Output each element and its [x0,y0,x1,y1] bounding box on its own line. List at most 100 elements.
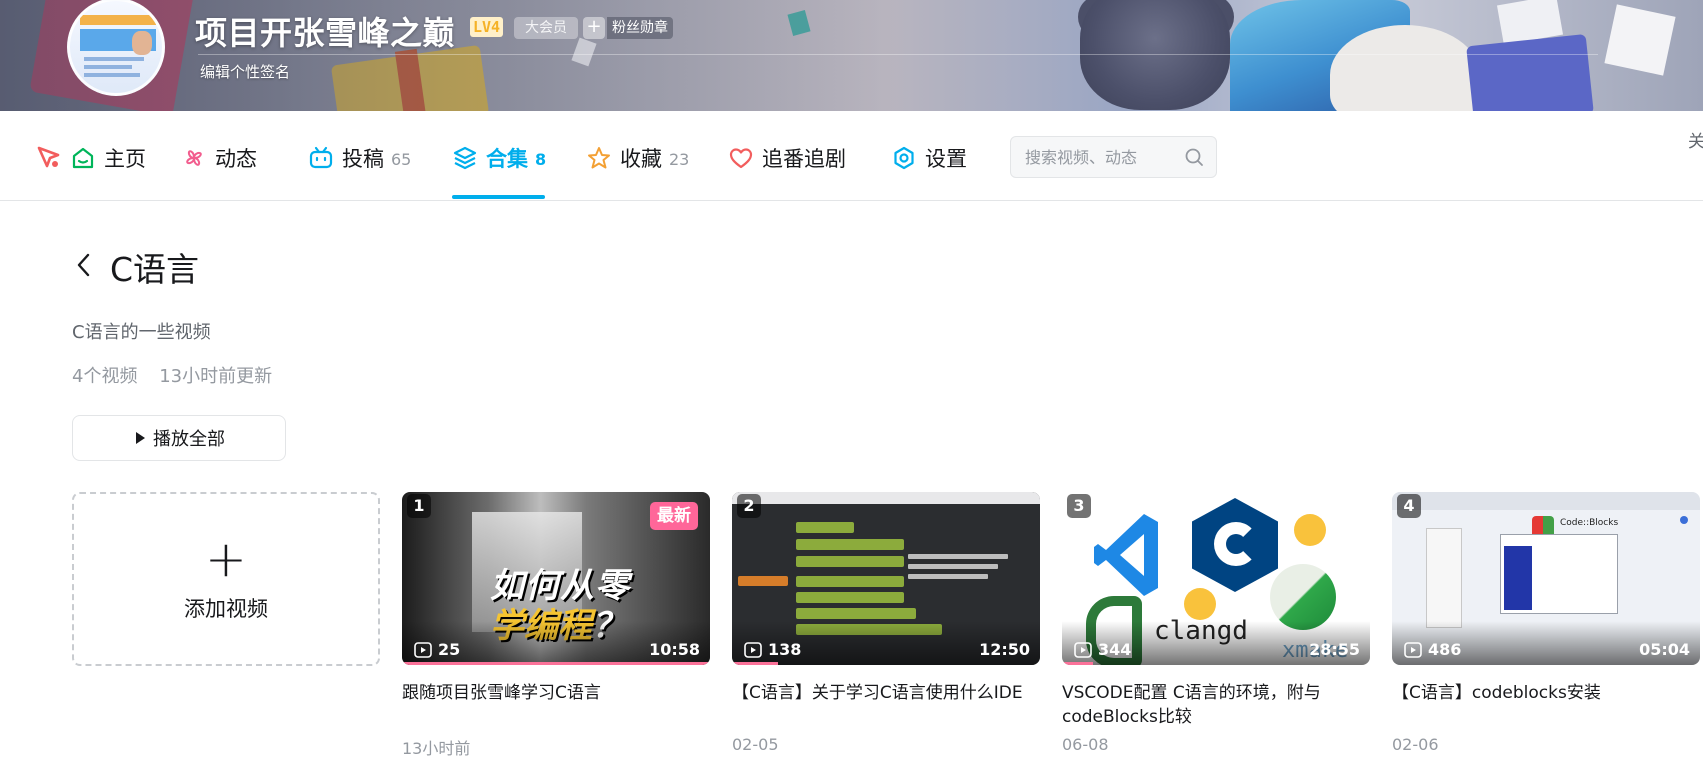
search-box [1010,136,1217,178]
play-icon [136,432,145,444]
thumbnail-text: Code::Blocks [1560,518,1619,528]
thumbnail-art [796,608,916,619]
avatar[interactable] [67,0,165,96]
tab-favorites[interactable]: 收藏 23 [586,140,689,176]
video-date: 06-08 [1062,735,1109,754]
video-date: 02-06 [1392,735,1439,754]
new-badge: 最新 [650,502,698,530]
star-icon [588,147,610,169]
banner-art [1330,25,1480,111]
tab-label: 设置 [925,147,967,171]
video-thumbnail[interactable]: 如何从零 学编程？ 1 最新 25 10:58 [402,492,710,665]
play-count-icon [744,641,762,658]
view-count: 25 [414,640,460,659]
video-index: 1 [407,494,431,518]
video-date: 13小时前 [402,739,471,758]
banner-art [1604,4,1676,76]
collection-description: C语言的一些视频 [72,322,211,343]
thumbnail-art [796,522,854,533]
add-video-button[interactable]: + 添加视频 [72,492,380,666]
video-title[interactable]: VSCODE配置 C语言的环境，附与codeBlocks比较 [1062,681,1370,729]
play-count-icon [414,641,432,658]
tab-label: 动态 [215,147,257,171]
thumbnail-art [1392,492,1700,510]
video-duration: 28:55 [1309,640,1360,659]
updated-time: 13小时前更新 [159,366,273,387]
video-thumbnail[interactable]: Code::Blocks 4 486 05:04 [1392,492,1700,665]
search-icon[interactable] [1184,147,1204,167]
video-title[interactable]: 【C语言】关于学习C语言使用什么IDE [732,681,1040,729]
tab-uploads[interactable]: 投稿 65 [308,140,411,176]
active-tab-indicator [452,195,545,199]
thumbnail-art [1426,528,1462,628]
thumbnail-art [796,592,904,603]
video-card: 如何从零 学编程？ 1 最新 25 10:58 跟随项目张雪峰学习C语言 13小… [402,492,710,759]
tab-count: 65 [391,150,412,169]
fan-badge-plus-icon[interactable]: + [583,17,605,39]
thumbnail-art [908,574,988,579]
view-count: 486 [1404,640,1461,659]
tab-settings[interactable]: 设置 [891,140,967,176]
video-thumbnail[interactable]: 2 138 12:50 [732,492,1040,665]
video-duration: 10:58 [649,640,700,659]
tab-dynamic[interactable]: 动态 [181,140,257,176]
watch-progress [732,662,779,665]
signature-edit[interactable]: 编辑个性签名 [200,61,290,82]
play-count-icon [1404,641,1422,658]
tab-count: 8 [535,150,547,169]
thumbnail-art [796,556,904,567]
profile-banner: 项目开张雪峰之巅 LV4 大会员 + 粉丝勋章 编辑个性签名 [0,0,1703,111]
video-count: 4个视频 [72,366,138,387]
thumbnail-art [1504,546,1532,610]
watch-progress [402,662,710,665]
fan-badge-button[interactable]: 粉丝勋章 [607,17,673,39]
layers-icon [453,146,477,170]
vip-badge[interactable]: 大会员 [514,17,578,39]
video-index: 4 [1397,494,1421,518]
tab-label: 收藏 [620,147,662,171]
collection-meta: 4个视频 13小时前更新 [72,362,272,388]
video-thumbnail[interactable]: clangd xmake 3 344 28:55 [1062,492,1370,665]
video-title[interactable]: 【C语言】codeblocks安装 [1392,681,1700,729]
home-icon [72,147,94,169]
level-badge: LV4 [470,17,504,37]
avatar-art [84,65,132,69]
play-all-button[interactable]: 播放全部 [72,415,286,461]
add-video-label: 添加视频 [184,597,268,621]
thumbnail-art [796,576,904,587]
video-duration: 05:04 [1639,640,1690,659]
view-count: 344 [1074,640,1131,659]
play-count-icon [1074,641,1092,658]
avatar-art [84,73,140,77]
video-duration: 12:50 [979,640,1030,659]
video-title[interactable]: 跟随项目张雪峰学习C语言 [402,681,710,729]
signature-divider [198,54,1598,55]
play-all-label: 播放全部 [153,429,225,450]
video-index: 2 [737,494,761,518]
cpp-logo-icon [1214,522,1258,566]
tab-label: 合集 [486,147,528,171]
plus-icon: + [205,530,247,588]
username: 项目开张雪峰之巅 [195,14,456,52]
banner-art [1080,0,1230,110]
video-date: 02-05 [732,735,779,754]
tab-collections[interactable]: 合集 8 [452,140,546,176]
vscode-logo-icon [1094,514,1158,596]
avatar-art [80,15,156,25]
back-arrow-icon[interactable] [74,251,94,279]
search-input[interactable] [1025,137,1185,177]
video-card: Code::Blocks 4 486 05:04 【C语言】codeblocks… [1392,492,1700,754]
tab-bangumi[interactable]: 追番追剧 [728,140,846,176]
follow-button-partial[interactable]: 关 [1688,127,1703,152]
thumbnail-art [1680,516,1688,524]
pinwheel-icon [186,150,202,166]
tab-label: 投稿 [342,147,384,171]
avatar-art [132,31,152,55]
thumbnail-art [908,554,1008,559]
avatar-art [84,57,144,61]
tab-count: 23 [669,150,690,169]
cursor-icon [37,146,60,168]
banner-art [1466,33,1594,111]
tab-home[interactable]: 主页 [36,140,146,176]
tab-label: 主页 [104,147,146,171]
